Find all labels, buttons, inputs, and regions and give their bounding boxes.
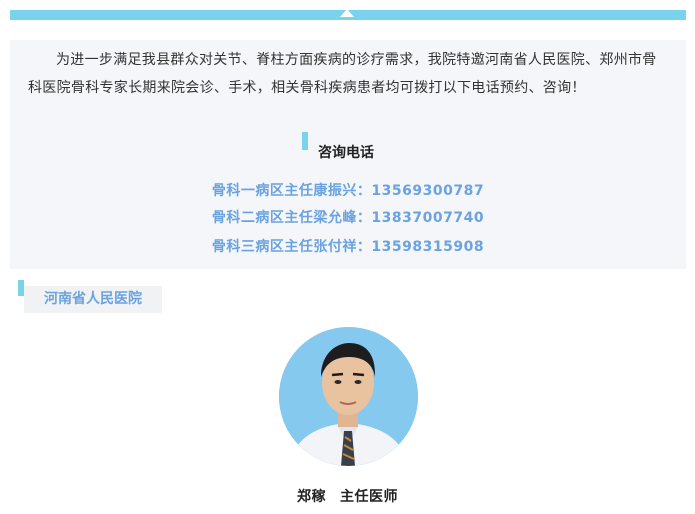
doctor-title: 主任医师 bbox=[340, 489, 398, 505]
consult-title-marker bbox=[302, 132, 308, 150]
consult-title: 咨询电话 bbox=[318, 145, 374, 161]
contact-line-3[interactable]: 骨科三病区主任张付祥：13598315908 bbox=[10, 236, 686, 256]
doctor-name: 郑稼 bbox=[297, 489, 326, 505]
info-panel: 为进一步满足我县群众对关节、脊柱方面疾病的诊疗需求，我院特邀河南省人民医院、郑州… bbox=[10, 40, 686, 269]
top-bar-notch bbox=[340, 9, 354, 17]
hospital-tag: 河南省人民医院 bbox=[24, 286, 162, 313]
doctor-avatar bbox=[279, 327, 418, 466]
doctor-name-line: 郑稼 主任医师 bbox=[0, 486, 695, 506]
doctor-portrait-icon bbox=[279, 327, 418, 466]
intro-paragraph: 为进一步满足我县群众对关节、脊柱方面疾病的诊疗需求，我院特邀河南省人民医院、郑州… bbox=[28, 52, 657, 96]
contact-line-2[interactable]: 骨科二病区主任梁允峰：13837007740 bbox=[10, 207, 686, 227]
contact-line-1[interactable]: 骨科一病区主任康振兴：13569300787 bbox=[10, 180, 686, 200]
